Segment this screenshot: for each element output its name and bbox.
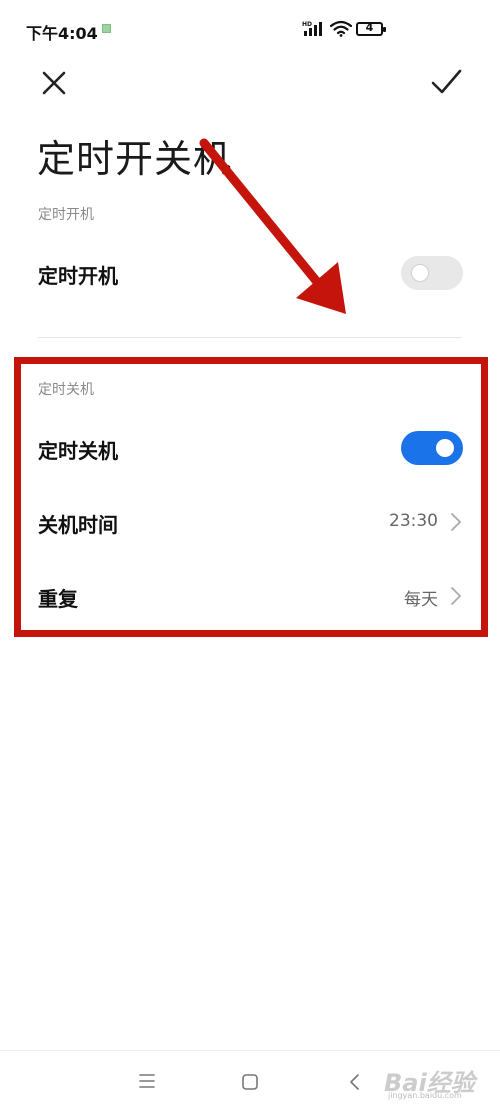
screen: 下午4:04 HD 4 定时开关机 定时开机 定时开机 定时关机 定时关机 关机…	[0, 0, 500, 1111]
signal-icon: HD	[302, 21, 322, 36]
network-label: HD	[302, 21, 312, 28]
power-off-section-label: 定时关机	[38, 382, 94, 398]
shutdown-time-label: 关机时间	[38, 513, 118, 537]
page-title: 定时开关机	[37, 137, 233, 181]
back-icon[interactable]	[348, 1073, 362, 1091]
notification-icon	[102, 24, 111, 33]
power-on-label: 定时开机	[38, 264, 118, 288]
power-off-label: 定时关机	[38, 439, 118, 463]
status-bar: 下午4:04 HD 4	[0, 0, 500, 56]
close-icon[interactable]	[38, 67, 70, 99]
battery-level: 4	[365, 21, 374, 34]
menu-icon[interactable]	[138, 1073, 156, 1089]
annotation-arrow-icon	[199, 138, 346, 314]
repeat-label: 重复	[38, 587, 78, 611]
battery-icon: 4	[356, 21, 386, 36]
repeat-row[interactable]: 重复 每天	[0, 564, 500, 628]
confirm-icon[interactable]	[428, 64, 464, 100]
power-on-section-label: 定时开机	[38, 207, 94, 223]
chevron-right-icon	[451, 587, 461, 605]
power-off-toggle[interactable]	[401, 431, 463, 465]
navigation-bar	[0, 1050, 500, 1111]
status-time: 下午4:04	[26, 24, 98, 43]
repeat-value: 每天	[404, 590, 438, 610]
power-on-toggle[interactable]	[401, 256, 463, 290]
toggle-knob	[411, 264, 429, 282]
home-icon[interactable]	[241, 1073, 259, 1091]
shutdown-time-row[interactable]: 关机时间 23:30	[0, 490, 500, 554]
toggle-knob	[436, 439, 454, 457]
wifi-icon	[330, 20, 352, 37]
chevron-right-icon	[451, 513, 461, 531]
divider	[38, 337, 462, 338]
shutdown-time-value: 23:30	[389, 511, 438, 531]
